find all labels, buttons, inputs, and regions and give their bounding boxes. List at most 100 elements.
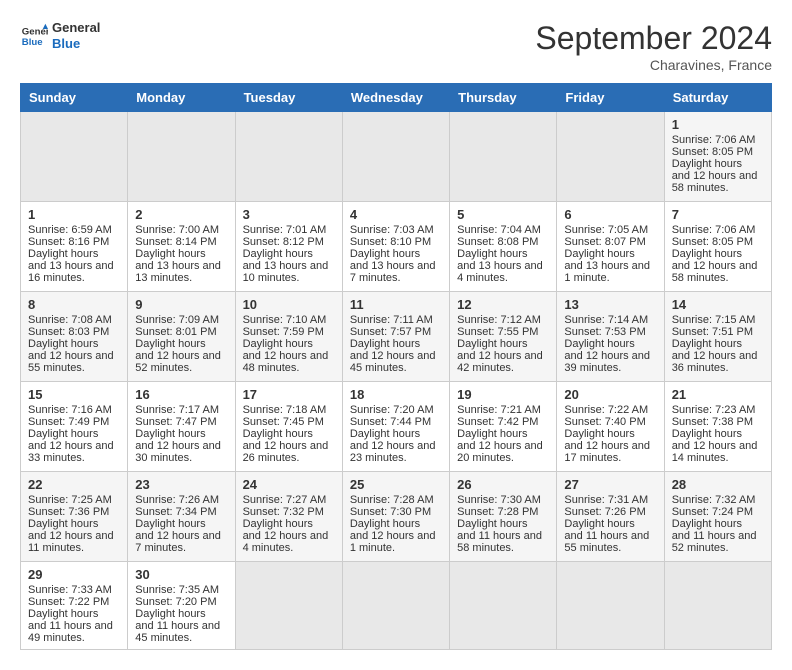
sunset-text: Sunset: 8:10 PM — [350, 236, 431, 248]
calendar-week-row: 15 Sunrise: 7:16 AM Sunset: 7:49 PM Dayl… — [21, 382, 772, 472]
sunset-text: Sunset: 7:45 PM — [243, 416, 324, 428]
sunrise-text: Sunrise: 6:59 AM — [28, 224, 112, 236]
sunset-text: Sunset: 7:42 PM — [457, 416, 538, 428]
daylight-label: Daylight hours — [564, 428, 634, 440]
daylight-label: Daylight hours — [672, 248, 742, 260]
daylight-duration: and 11 hours and 52 minutes. — [672, 530, 757, 554]
sunrise-text: Sunrise: 7:01 AM — [243, 224, 327, 236]
sunset-text: Sunset: 7:49 PM — [28, 416, 109, 428]
daylight-duration: and 12 hours and 23 minutes. — [350, 440, 436, 464]
calendar-cell: 1 Sunrise: 7:06 AM Sunset: 8:05 PM Dayli… — [664, 112, 771, 202]
day-number: 8 — [28, 297, 120, 312]
sunrise-text: Sunrise: 7:20 AM — [350, 404, 434, 416]
day-number: 25 — [350, 477, 442, 492]
sunset-text: Sunset: 7:22 PM — [28, 596, 109, 608]
daylight-duration: and 12 hours and 20 minutes. — [457, 440, 543, 464]
logo-blue: Blue — [52, 36, 80, 51]
day-number: 15 — [28, 387, 120, 402]
column-header-sunday: Sunday — [21, 84, 128, 112]
daylight-duration: and 11 hours and 49 minutes. — [28, 620, 113, 644]
sunrise-text: Sunrise: 7:35 AM — [135, 584, 219, 596]
location-subtitle: Charavines, France — [535, 57, 772, 73]
sunrise-text: Sunrise: 7:15 AM — [672, 314, 756, 326]
sunrise-text: Sunrise: 7:17 AM — [135, 404, 219, 416]
daylight-label: Daylight hours — [350, 338, 420, 350]
calendar-cell — [664, 562, 771, 650]
daylight-label: Daylight hours — [243, 338, 313, 350]
calendar-cell: 19 Sunrise: 7:21 AM Sunset: 7:42 PM Dayl… — [450, 382, 557, 472]
sunset-text: Sunset: 7:47 PM — [135, 416, 216, 428]
day-number: 21 — [672, 387, 764, 402]
daylight-label: Daylight hours — [672, 338, 742, 350]
column-header-saturday: Saturday — [664, 84, 771, 112]
calendar-cell — [235, 562, 342, 650]
daylight-duration: and 12 hours and 42 minutes. — [457, 350, 543, 374]
calendar-cell — [450, 112, 557, 202]
sunset-text: Sunset: 7:53 PM — [564, 326, 645, 338]
daylight-duration: and 11 hours and 58 minutes. — [457, 530, 542, 554]
daylight-label: Daylight hours — [28, 608, 98, 620]
daylight-label: Daylight hours — [564, 338, 634, 350]
day-number: 26 — [457, 477, 549, 492]
daylight-label: Daylight hours — [28, 428, 98, 440]
sunrise-text: Sunrise: 7:09 AM — [135, 314, 219, 326]
daylight-label: Daylight hours — [564, 518, 634, 530]
sunset-text: Sunset: 8:05 PM — [672, 236, 753, 248]
day-number: 27 — [564, 477, 656, 492]
sunrise-text: Sunrise: 7:06 AM — [672, 134, 756, 146]
calendar-cell: 26 Sunrise: 7:30 AM Sunset: 7:28 PM Dayl… — [450, 472, 557, 562]
calendar-cell: 12 Sunrise: 7:12 AM Sunset: 7:55 PM Dayl… — [450, 292, 557, 382]
sunset-text: Sunset: 7:24 PM — [672, 506, 753, 518]
title-block: September 2024 Charavines, France — [535, 20, 772, 73]
daylight-label: Daylight hours — [457, 338, 527, 350]
sunrise-text: Sunrise: 7:18 AM — [243, 404, 327, 416]
daylight-label: Daylight hours — [28, 518, 98, 530]
sunset-text: Sunset: 8:16 PM — [28, 236, 109, 248]
logo-icon: General Blue — [20, 22, 48, 50]
sunrise-text: Sunrise: 7:30 AM — [457, 494, 541, 506]
daylight-duration: and 12 hours and 55 minutes. — [28, 350, 114, 374]
daylight-duration: and 13 hours and 1 minute. — [564, 260, 650, 284]
daylight-duration: and 12 hours and 11 minutes. — [28, 530, 114, 554]
sunset-text: Sunset: 8:12 PM — [243, 236, 324, 248]
daylight-label: Daylight hours — [135, 428, 205, 440]
day-number: 16 — [135, 387, 227, 402]
daylight-duration: and 12 hours and 39 minutes. — [564, 350, 650, 374]
daylight-label: Daylight hours — [457, 248, 527, 260]
calendar-cell: 9 Sunrise: 7:09 AM Sunset: 8:01 PM Dayli… — [128, 292, 235, 382]
sunrise-text: Sunrise: 7:06 AM — [672, 224, 756, 236]
calendar-cell: 11 Sunrise: 7:11 AM Sunset: 7:57 PM Dayl… — [342, 292, 449, 382]
calendar-week-row: 1 Sunrise: 7:06 AM Sunset: 8:05 PM Dayli… — [21, 112, 772, 202]
sunset-text: Sunset: 8:07 PM — [564, 236, 645, 248]
sunset-text: Sunset: 7:20 PM — [135, 596, 216, 608]
calendar-cell: 22 Sunrise: 7:25 AM Sunset: 7:36 PM Dayl… — [21, 472, 128, 562]
day-number: 1 — [672, 117, 764, 132]
daylight-label: Daylight hours — [135, 248, 205, 260]
calendar-cell — [342, 562, 449, 650]
day-number: 10 — [243, 297, 335, 312]
sunset-text: Sunset: 7:55 PM — [457, 326, 538, 338]
daylight-duration: and 13 hours and 10 minutes. — [243, 260, 329, 284]
daylight-duration: and 12 hours and 7 minutes. — [135, 530, 221, 554]
sunset-text: Sunset: 7:28 PM — [457, 506, 538, 518]
day-number: 18 — [350, 387, 442, 402]
calendar-cell: 10 Sunrise: 7:10 AM Sunset: 7:59 PM Dayl… — [235, 292, 342, 382]
calendar-week-row: 22 Sunrise: 7:25 AM Sunset: 7:36 PM Dayl… — [21, 472, 772, 562]
sunrise-text: Sunrise: 7:26 AM — [135, 494, 219, 506]
day-number: 4 — [350, 207, 442, 222]
sunset-text: Sunset: 7:57 PM — [350, 326, 431, 338]
sunset-text: Sunset: 8:01 PM — [135, 326, 216, 338]
calendar-cell — [21, 112, 128, 202]
calendar-cell: 15 Sunrise: 7:16 AM Sunset: 7:49 PM Dayl… — [21, 382, 128, 472]
day-number: 5 — [457, 207, 549, 222]
day-number: 9 — [135, 297, 227, 312]
calendar-cell: 16 Sunrise: 7:17 AM Sunset: 7:47 PM Dayl… — [128, 382, 235, 472]
calendar-cell — [128, 112, 235, 202]
daylight-label: Daylight hours — [243, 428, 313, 440]
calendar-cell: 3 Sunrise: 7:01 AM Sunset: 8:12 PM Dayli… — [235, 202, 342, 292]
calendar-cell: 18 Sunrise: 7:20 AM Sunset: 7:44 PM Dayl… — [342, 382, 449, 472]
sunrise-text: Sunrise: 7:31 AM — [564, 494, 648, 506]
sunrise-text: Sunrise: 7:14 AM — [564, 314, 648, 326]
sunset-text: Sunset: 7:32 PM — [243, 506, 324, 518]
daylight-duration: and 12 hours and 58 minutes. — [672, 170, 758, 194]
